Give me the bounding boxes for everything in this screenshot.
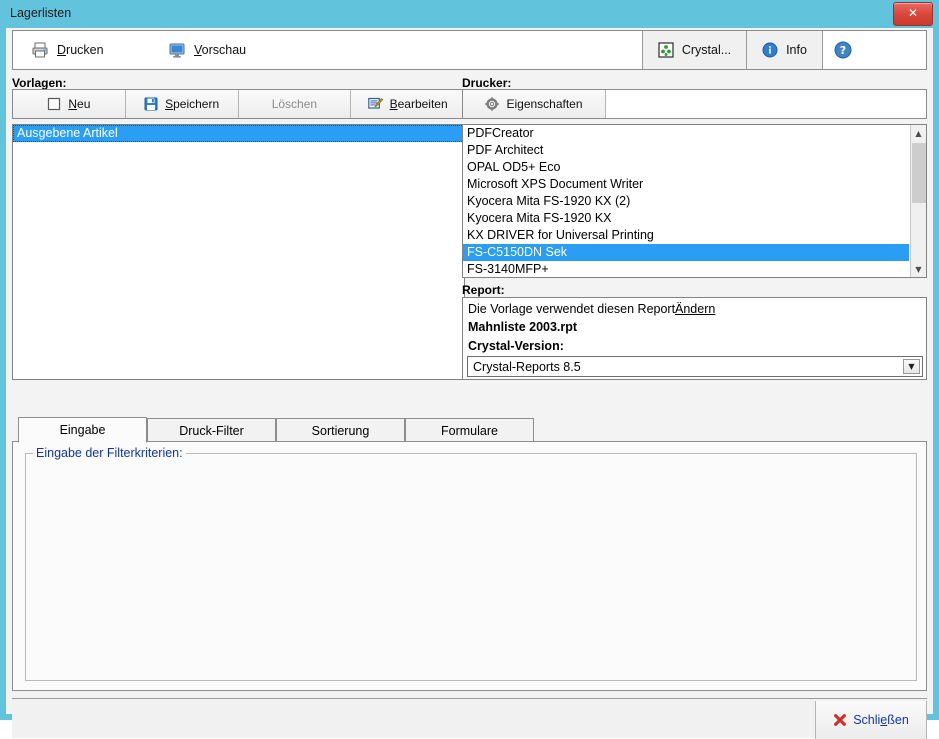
edit-pencil-icon [367, 97, 383, 111]
tab-eingabe[interactable]: Eingabe [18, 417, 147, 443]
help-icon[interactable]: ? [834, 41, 852, 59]
report-file-name: Mahnliste 2003.rpt [468, 320, 578, 334]
dialog-window: Lagerlisten ✕ Drucken Vorschau Crystal..… [0, 0, 939, 739]
main-toolbar: Drucken Vorschau Crystal... Info ? [12, 30, 927, 70]
printer-list-items: PDFCreator PDF Architect OPAL OD5+ Eco M… [463, 125, 909, 277]
template-save-button[interactable]: Speichern [125, 90, 239, 118]
template-new-button[interactable]: Neu [13, 90, 126, 118]
templates-listbox[interactable]: Ausgebene Artikel [12, 124, 465, 380]
toolbar-info-button[interactable]: Info [746, 31, 822, 69]
gear-icon [485, 97, 500, 111]
printer-section-label: Drucker: [462, 76, 512, 90]
printer-icon [31, 41, 49, 59]
printer-button-strip: Eigenschaften [462, 89, 927, 119]
close-dialog-button[interactable]: Schließen [815, 701, 927, 739]
filter-criteria-groupbox [25, 453, 917, 681]
list-item[interactable]: Microsoft XPS Document Writer [463, 176, 909, 193]
scroll-down-arrow-icon[interactable]: ▼ [911, 261, 926, 277]
templates-button-strip: Neu Speichern Löschen Bearbeiten [12, 89, 465, 119]
template-delete-label: Löschen [271, 97, 318, 111]
printer-list-scrollbar[interactable]: ▲ ▼ [910, 125, 926, 277]
printer-properties-button[interactable]: Eigenschaften [463, 90, 606, 118]
tab-druck-filter[interactable]: Druck-Filter [147, 418, 276, 442]
toolbar-preview-label: Vorschau [194, 43, 247, 57]
tab-sortierung[interactable]: Sortierung [276, 418, 405, 442]
save-disk-icon [144, 97, 158, 111]
tab-page-eingabe: Eingabe der Filterkriterien: [12, 441, 927, 691]
report-version-label: Crystal-Version: [468, 339, 564, 353]
toolbar-info-label: Info [786, 43, 807, 57]
report-panel: Die Vorlage verwendet diesen Report Ände… [462, 297, 927, 380]
list-item[interactable]: OPAL OD5+ Eco [463, 159, 909, 176]
close-icon: ✕ [907, 6, 919, 20]
info-icon [762, 42, 778, 58]
toolbar-crystal-button[interactable]: Crystal... [642, 31, 746, 69]
toolbar-help-area: ? [822, 31, 926, 69]
template-list-item[interactable]: Ausgebene Artikel [13, 125, 464, 142]
crystal-version-value: Crystal-Reports 8.5 [473, 359, 581, 374]
list-item[interactable]: PDFCreator [463, 125, 909, 142]
template-delete-button[interactable]: Löschen [238, 90, 352, 118]
report-section-label: Report: [462, 283, 505, 297]
printer-strip-filler [606, 90, 926, 118]
scroll-up-arrow-icon[interactable]: ▲ [911, 125, 926, 141]
report-change-link[interactable]: Ändern [675, 302, 715, 316]
list-item[interactable]: Kyocera Mita FS-1920 KX (2) [463, 193, 909, 210]
scrollbar-thumb[interactable] [912, 143, 926, 203]
svg-text:?: ? [840, 44, 846, 57]
list-item-selected[interactable]: FS-C5150DN Sek [463, 244, 909, 261]
tab-formulare[interactable]: Formulare [405, 418, 534, 442]
toolbar-preview-button[interactable]: Vorschau [168, 31, 246, 69]
window-close-button[interactable]: ✕ [893, 2, 933, 26]
dialog-footer: Schließen [12, 698, 927, 739]
crystal-version-select[interactable]: Crystal-Reports 8.5 ▼ [467, 356, 923, 377]
filter-criteria-label: Eingabe der Filterkriterien: [33, 446, 186, 460]
monitor-icon [168, 41, 186, 59]
printer-listbox[interactable]: PDFCreator PDF Architect OPAL OD5+ Eco M… [462, 124, 927, 278]
window-title: Lagerlisten [10, 6, 72, 20]
close-dialog-label: Schließen [853, 713, 909, 727]
list-item[interactable]: KX DRIVER for Universal Printing [463, 227, 909, 244]
dialog-client-area: Drucken Vorschau Crystal... Info ? Vorla… [6, 28, 933, 739]
tab-strip: Eingabe Druck-Filter Sortierung Formular… [12, 417, 927, 443]
printer-properties-label: Eigenschaften [506, 97, 583, 111]
toolbar-crystal-label: Crystal... [681, 43, 732, 57]
template-save-label: Speichern [165, 97, 220, 111]
list-item[interactable]: Kyocera Mita FS-1920 KX [463, 210, 909, 227]
toolbar-print-label: Drucken [57, 43, 104, 57]
template-edit-label: Bearbeiten [389, 97, 448, 111]
report-description: Die Vorlage verwendet diesen Report [468, 302, 676, 316]
template-new-label: Neu [68, 97, 91, 111]
list-item[interactable]: PDF Architect [463, 142, 909, 159]
title-bar: Lagerlisten ✕ [0, 0, 939, 28]
new-document-icon [47, 97, 61, 111]
red-x-icon [833, 713, 847, 727]
template-edit-button[interactable]: Bearbeiten [351, 90, 464, 118]
templates-section-label: Vorlagen: [12, 76, 67, 90]
crystal-icon [658, 42, 674, 58]
chevron-down-icon[interactable]: ▼ [903, 359, 920, 374]
list-item[interactable]: FS-3140MFP+ [463, 261, 909, 277]
toolbar-print-button[interactable]: Drucken [31, 31, 104, 69]
